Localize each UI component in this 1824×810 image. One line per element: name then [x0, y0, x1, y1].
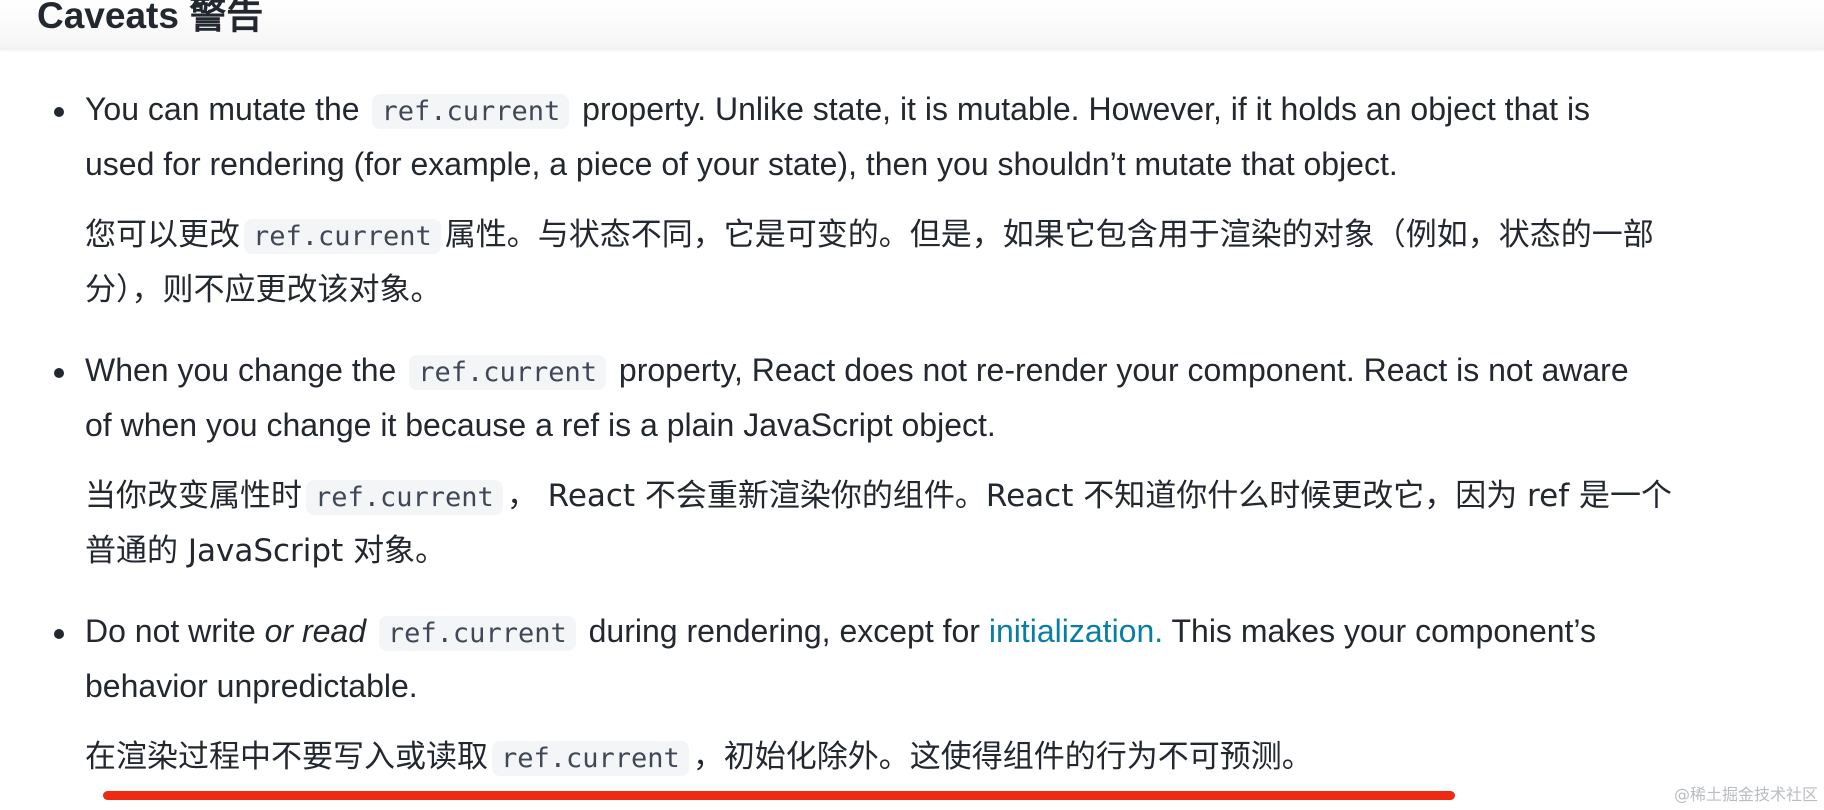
text-line: of when you change it because a ref is a…: [85, 407, 996, 443]
caveat-text-zh: 您可以更改 ref.current 属性。与状态不同，它是可变的。但是，如果它包含用…: [85, 208, 1654, 318]
caveat-text-en: Do not write or read ref.current during …: [85, 604, 1596, 714]
text-line: used for rendering (for example, a piece…: [85, 146, 1398, 182]
text-line: 当你改变属性时 ref.current， React 不会重新渲染你的组件。Rea…: [85, 478, 1672, 515]
caveat-text-zh: 在渲染过程中不要写入或读取 ref.current ，初始化除外。这使得组件的行为不…: [85, 730, 1313, 785]
inline-code: ref.current: [306, 480, 503, 515]
text-line: When you change the ref.current property…: [85, 352, 1629, 390]
text-line: You can mutate the ref.current property.…: [85, 91, 1591, 129]
inline-code: ref.current: [372, 94, 570, 129]
text-line: 在渲染过程中不要写入或读取 ref.current ，初始化除外。这使得组件的行为不…: [85, 739, 1313, 776]
text-line: 普通的 JavaScript 对象。: [85, 533, 447, 569]
inline-code: ref.current: [378, 616, 576, 651]
caveat-text-en: When you change the ref.current property…: [85, 343, 1629, 453]
text-line: 分），则不应更改该对象。: [85, 272, 442, 308]
text-line: 您可以更改 ref.current 属性。与状态不同，它是可变的。但是，如果它包含用…: [85, 217, 1654, 254]
watermark: @稀土掘金技术社区: [1673, 785, 1818, 804]
emphasis-text: or read: [264, 613, 367, 649]
caveat-text-en: You can mutate the ref.current property.…: [85, 82, 1590, 192]
text-line: Do not write or read ref.current during …: [85, 613, 1596, 651]
inline-code: ref.current: [492, 741, 689, 776]
red-underline-annotation: [103, 791, 1455, 800]
initialization-link[interactable]: initialization.: [989, 613, 1163, 649]
inline-code: ref.current: [409, 355, 607, 390]
inline-code: ref.current: [244, 219, 441, 254]
text-line: behavior unpredictable.: [85, 668, 418, 704]
bullet-icon: [54, 629, 64, 639]
bullet-icon: [54, 368, 64, 378]
bullet-icon: [54, 107, 64, 117]
section-heading: Caveats 警告: [37, 0, 264, 36]
header-bar: [0, 0, 1824, 50]
caveat-text-zh: 当你改变属性时 ref.current， React 不会重新渲染你的组件。Rea…: [85, 469, 1672, 579]
